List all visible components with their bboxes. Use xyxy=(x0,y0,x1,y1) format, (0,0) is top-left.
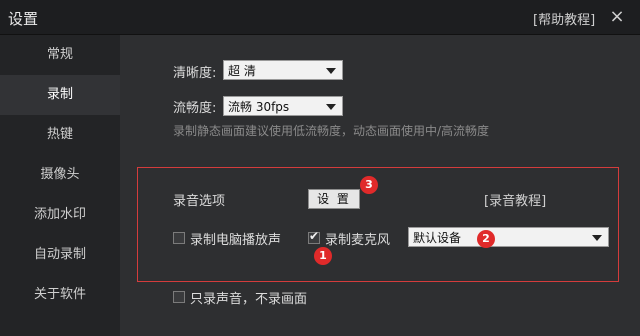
help-tutorial-link[interactable]: [帮助教程] xyxy=(533,9,595,28)
audio-device-value: 默认设备 xyxy=(413,231,462,245)
microphone-checkbox[interactable]: ✔ xyxy=(308,229,320,244)
audio-tutorial-link[interactable]: [录音教程] xyxy=(484,190,546,209)
badge-1: 1 xyxy=(314,247,332,265)
close-icon[interactable]: × xyxy=(606,6,628,28)
window-title: 设置 xyxy=(8,10,39,28)
sidebar-item-general[interactable]: 常规 xyxy=(0,35,120,75)
fluency-label: 流畅度: xyxy=(173,101,217,116)
audio-settings-button[interactable]: 设 置 xyxy=(308,189,360,209)
clarity-label: 清晰度: xyxy=(173,66,217,81)
audio-only-checkbox[interactable] xyxy=(173,291,185,303)
badge-3: 3 xyxy=(360,176,378,194)
audio-options-label: 录音选项 xyxy=(173,194,226,209)
settings-window: 设置 [帮助教程] × 常规 录制 热键 摄像头 添加水印 自动录制 关于软件 … xyxy=(0,0,640,336)
sidebar-item-camera[interactable]: 摄像头 xyxy=(0,155,120,195)
system-audio-checkbox[interactable] xyxy=(173,232,185,244)
sidebar-item-record[interactable]: 录制 xyxy=(0,75,120,115)
audio-options-box: 录音选项 设 置 3 [录音教程] 录制电脑播放声 ✔ 录制麦克风 1 默认设备… xyxy=(137,167,619,282)
sidebar: 常规 录制 热键 摄像头 添加水印 自动录制 关于软件 xyxy=(0,35,120,336)
chevron-down-icon xyxy=(592,235,602,241)
sidebar-item-hotkeys[interactable]: 热键 xyxy=(0,115,120,155)
clarity-value: 超 清 xyxy=(228,64,256,78)
audio-device-select[interactable]: 默认设备 xyxy=(408,227,609,247)
clarity-select[interactable]: 超 清 xyxy=(223,60,343,80)
chevron-down-icon xyxy=(326,104,336,110)
fluency-hint: 录制静态画面建议使用低流畅度，动态画面使用中/高流畅度 xyxy=(173,124,490,138)
sidebar-item-about[interactable]: 关于软件 xyxy=(0,275,120,315)
sidebar-item-watermark[interactable]: 添加水印 xyxy=(0,195,120,235)
badge-2: 2 xyxy=(477,230,495,248)
microphone-label: 录制麦克风 xyxy=(325,233,391,248)
chevron-down-icon xyxy=(326,68,336,74)
check-icon: ✔ xyxy=(309,229,320,243)
record-settings-panel: 清晰度: 超 清 流畅度: 流畅 30fps 录制静态画面建议使用低流畅度，动态… xyxy=(120,35,640,336)
fluency-select[interactable]: 流畅 30fps xyxy=(223,96,343,116)
title-bar: 设置 [帮助教程] × xyxy=(0,0,640,35)
sidebar-item-auto-record[interactable]: 自动录制 xyxy=(0,235,120,275)
system-audio-label: 录制电脑播放声 xyxy=(190,233,282,248)
fluency-value: 流畅 30fps xyxy=(228,100,290,114)
audio-only-label: 只录声音，不录画面 xyxy=(190,292,308,307)
